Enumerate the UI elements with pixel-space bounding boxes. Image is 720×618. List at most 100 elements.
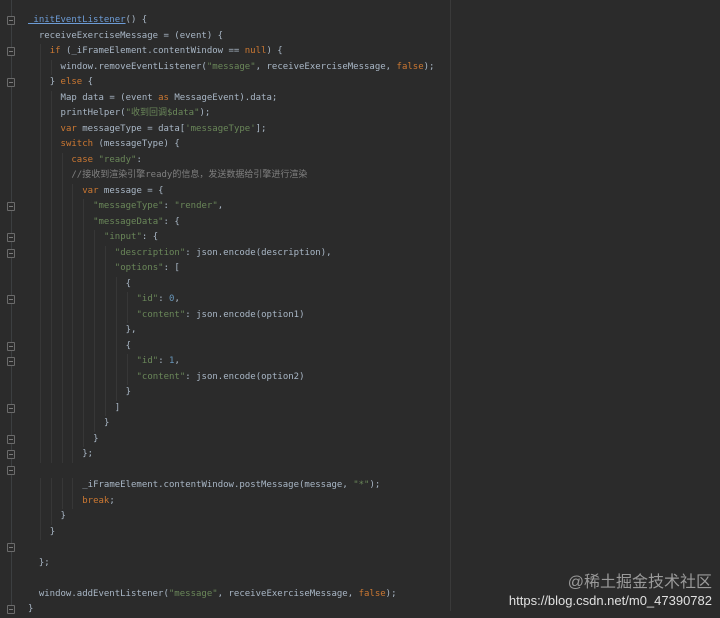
indent-guide [39, 307, 41, 323]
fold-toggle-icon[interactable] [7, 47, 15, 56]
indent-guide [50, 245, 52, 261]
fold-toggle-icon[interactable] [7, 16, 15, 25]
indent-guide [61, 276, 63, 292]
indent-guide [72, 214, 74, 230]
indent-guide [61, 447, 63, 463]
indent-guide [39, 183, 41, 199]
indent-guide [72, 431, 74, 447]
indent-guide [50, 168, 52, 184]
indent-guide [83, 292, 85, 308]
indent-guide [39, 354, 41, 370]
indent-guide [115, 354, 117, 370]
fold-toggle-icon[interactable] [7, 248, 15, 258]
indent-guide [83, 230, 85, 246]
indent-guide [50, 121, 52, 137]
indent-guide [50, 478, 52, 494]
fold-toggle-icon[interactable] [7, 295, 15, 304]
indent-guide [50, 323, 52, 339]
code-line: { [126, 277, 131, 293]
indent-guide [94, 385, 96, 401]
indent-guide [50, 183, 52, 199]
indent-guide [72, 338, 74, 354]
indent-guide [61, 416, 63, 432]
indent-guide [72, 292, 74, 308]
fold-toggle-icon[interactable] [7, 233, 15, 242]
indent-guide [94, 276, 96, 292]
indent-guide [94, 354, 96, 370]
indent-guide [61, 354, 63, 370]
indent-guide [61, 493, 63, 509]
indent-guide [39, 416, 41, 432]
indent-guide [39, 106, 41, 122]
fold-toggle-icon[interactable] [7, 543, 15, 552]
code-token: : [158, 294, 170, 304]
indent-guide [39, 214, 41, 230]
indent-guide [72, 354, 74, 370]
code-token: false [396, 61, 424, 72]
code-line: _iFrameElement.contentWindow.postMessage… [82, 478, 380, 494]
code-token: ]; [255, 123, 267, 134]
right-margin-guide [450, 0, 451, 611]
indent-guide [104, 245, 106, 261]
indent-guide [39, 199, 41, 215]
indent-guide [94, 230, 96, 246]
code-token: "content" [136, 371, 186, 382]
code-token: null [244, 46, 267, 56]
indent-guide [83, 369, 85, 385]
indent-guide [83, 385, 85, 401]
fold-toggle-icon[interactable] [7, 434, 15, 444]
code-line: } [50, 525, 55, 541]
indent-guide [39, 369, 41, 385]
code-token: } [28, 604, 34, 614]
indent-guide [115, 323, 117, 339]
indent-guide [72, 245, 74, 261]
indent-guide [72, 199, 74, 215]
indent-guide [104, 276, 106, 292]
indent-guide [61, 385, 63, 401]
code-token: "options" [114, 263, 164, 273]
fold-toggle-icon[interactable] [7, 605, 15, 614]
code-token: ); [385, 588, 397, 599]
indent-guide [83, 261, 85, 277]
code-token: (messageType) { [93, 139, 180, 149]
indent-guide [83, 416, 85, 432]
code-token: "description" [114, 247, 186, 258]
indent-guide [115, 338, 117, 354]
indent-guide [83, 354, 85, 370]
code-token: : json.encode(option1) [185, 309, 305, 320]
indent-guide [83, 199, 85, 215]
indent-guide [104, 292, 106, 308]
fold-toggle-icon[interactable] [7, 465, 15, 475]
indent-guide [115, 307, 117, 323]
indent-guide [39, 509, 41, 525]
indent-guide [72, 400, 74, 416]
code-line: "options": [ [115, 261, 180, 277]
indent-guide [39, 276, 41, 292]
indent-guide [126, 292, 128, 308]
code-token: message = { [98, 185, 164, 196]
code-token: 'messageType' [185, 123, 256, 134]
code-token: receiveExerciseMessage = (event) { [38, 30, 224, 41]
indent-guide [50, 214, 52, 230]
editor-gutter [0, 0, 22, 614]
fold-toggle-icon[interactable] [7, 403, 15, 413]
code-token: messageType = data[ [76, 123, 186, 134]
indent-guide [72, 493, 74, 509]
indent-guide [61, 369, 63, 385]
fold-toggle-icon[interactable] [7, 78, 15, 87]
fold-toggle-icon[interactable] [7, 202, 15, 211]
code-token: : { [141, 232, 159, 242]
indent-guide [50, 431, 52, 447]
fold-toggle-icon[interactable] [7, 450, 15, 459]
code-token: switch [60, 139, 94, 149]
indent-guide [50, 307, 52, 323]
code-line: "messageType": "render", [93, 199, 223, 215]
fold-toggle-icon[interactable] [7, 357, 15, 366]
indent-guide [94, 261, 96, 277]
indent-guide [61, 292, 63, 308]
indent-guide [61, 183, 63, 199]
indent-guide [126, 369, 128, 385]
indent-guide [72, 230, 74, 246]
fold-toggle-icon[interactable] [7, 341, 15, 351]
code-token: , receiveExerciseMessage, [255, 61, 397, 72]
